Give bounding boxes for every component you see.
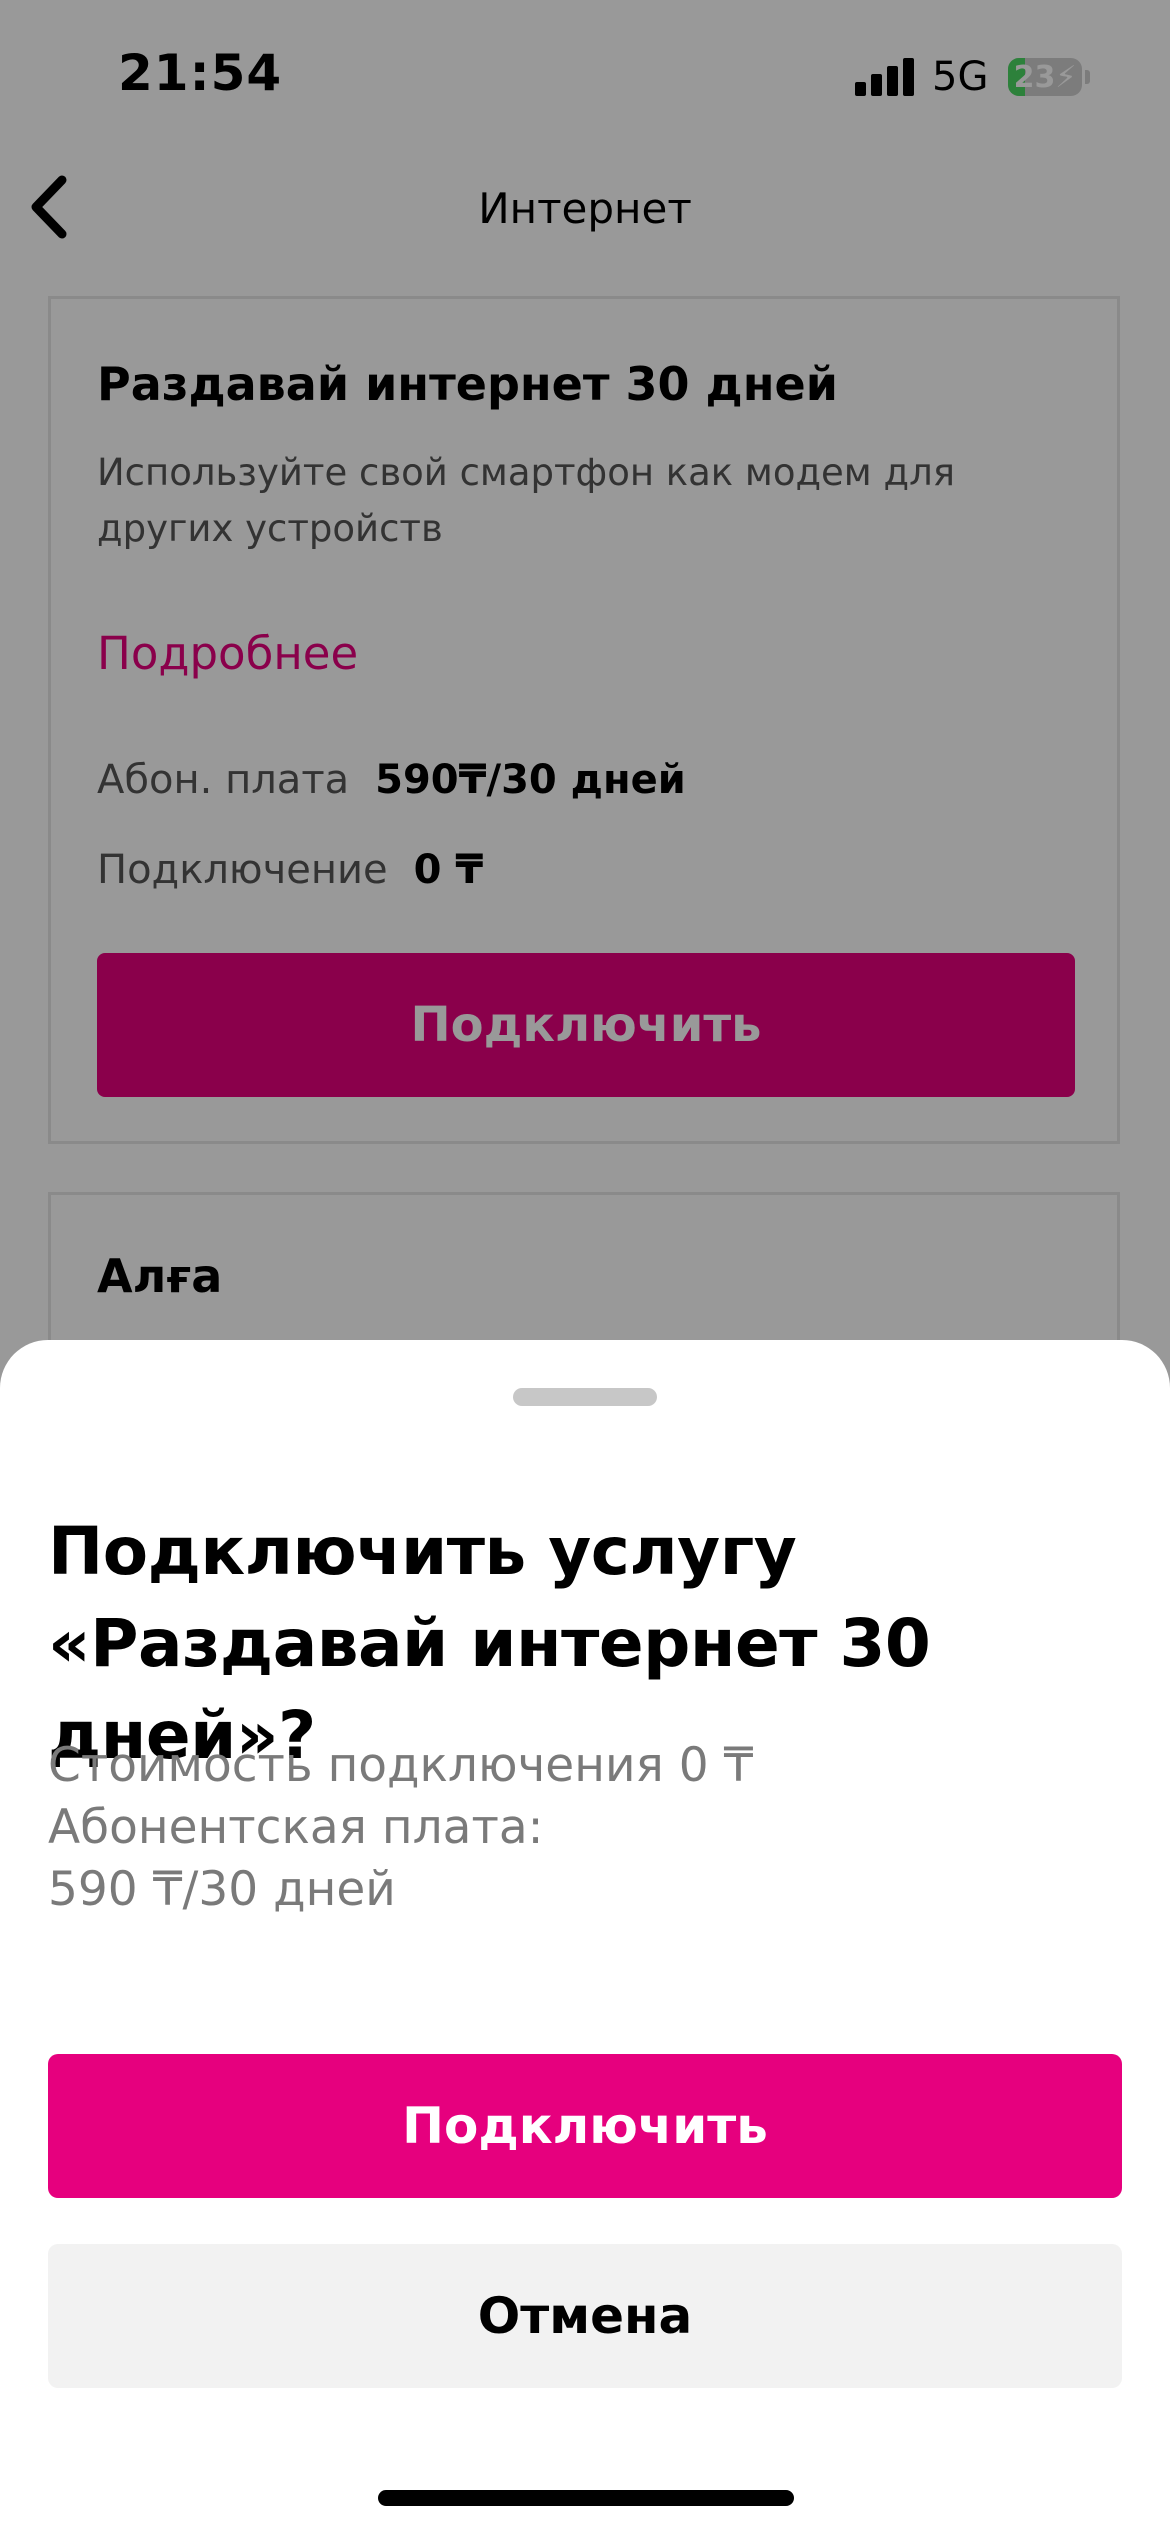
confirm-sheet: Подключить услугу «Раздавай интернет 30 … (0, 1340, 1170, 2532)
cancel-button[interactable]: Отмена (48, 2244, 1122, 2388)
connection-cost-text: Стоимость подключения 0 ₸ (48, 1738, 754, 1793)
confirm-connect-button[interactable]: Подключить (48, 2054, 1122, 2198)
home-indicator (378, 2490, 794, 2506)
subscription-fee-value: 590 ₸/30 дней (48, 1862, 396, 1917)
sheet-grabber[interactable] (513, 1388, 657, 1406)
screen: 21:54 5G 23⚡ Интернет Раздавай интернет … (0, 0, 1170, 2532)
subscription-fee-label: Абонентская плата: (48, 1800, 544, 1855)
